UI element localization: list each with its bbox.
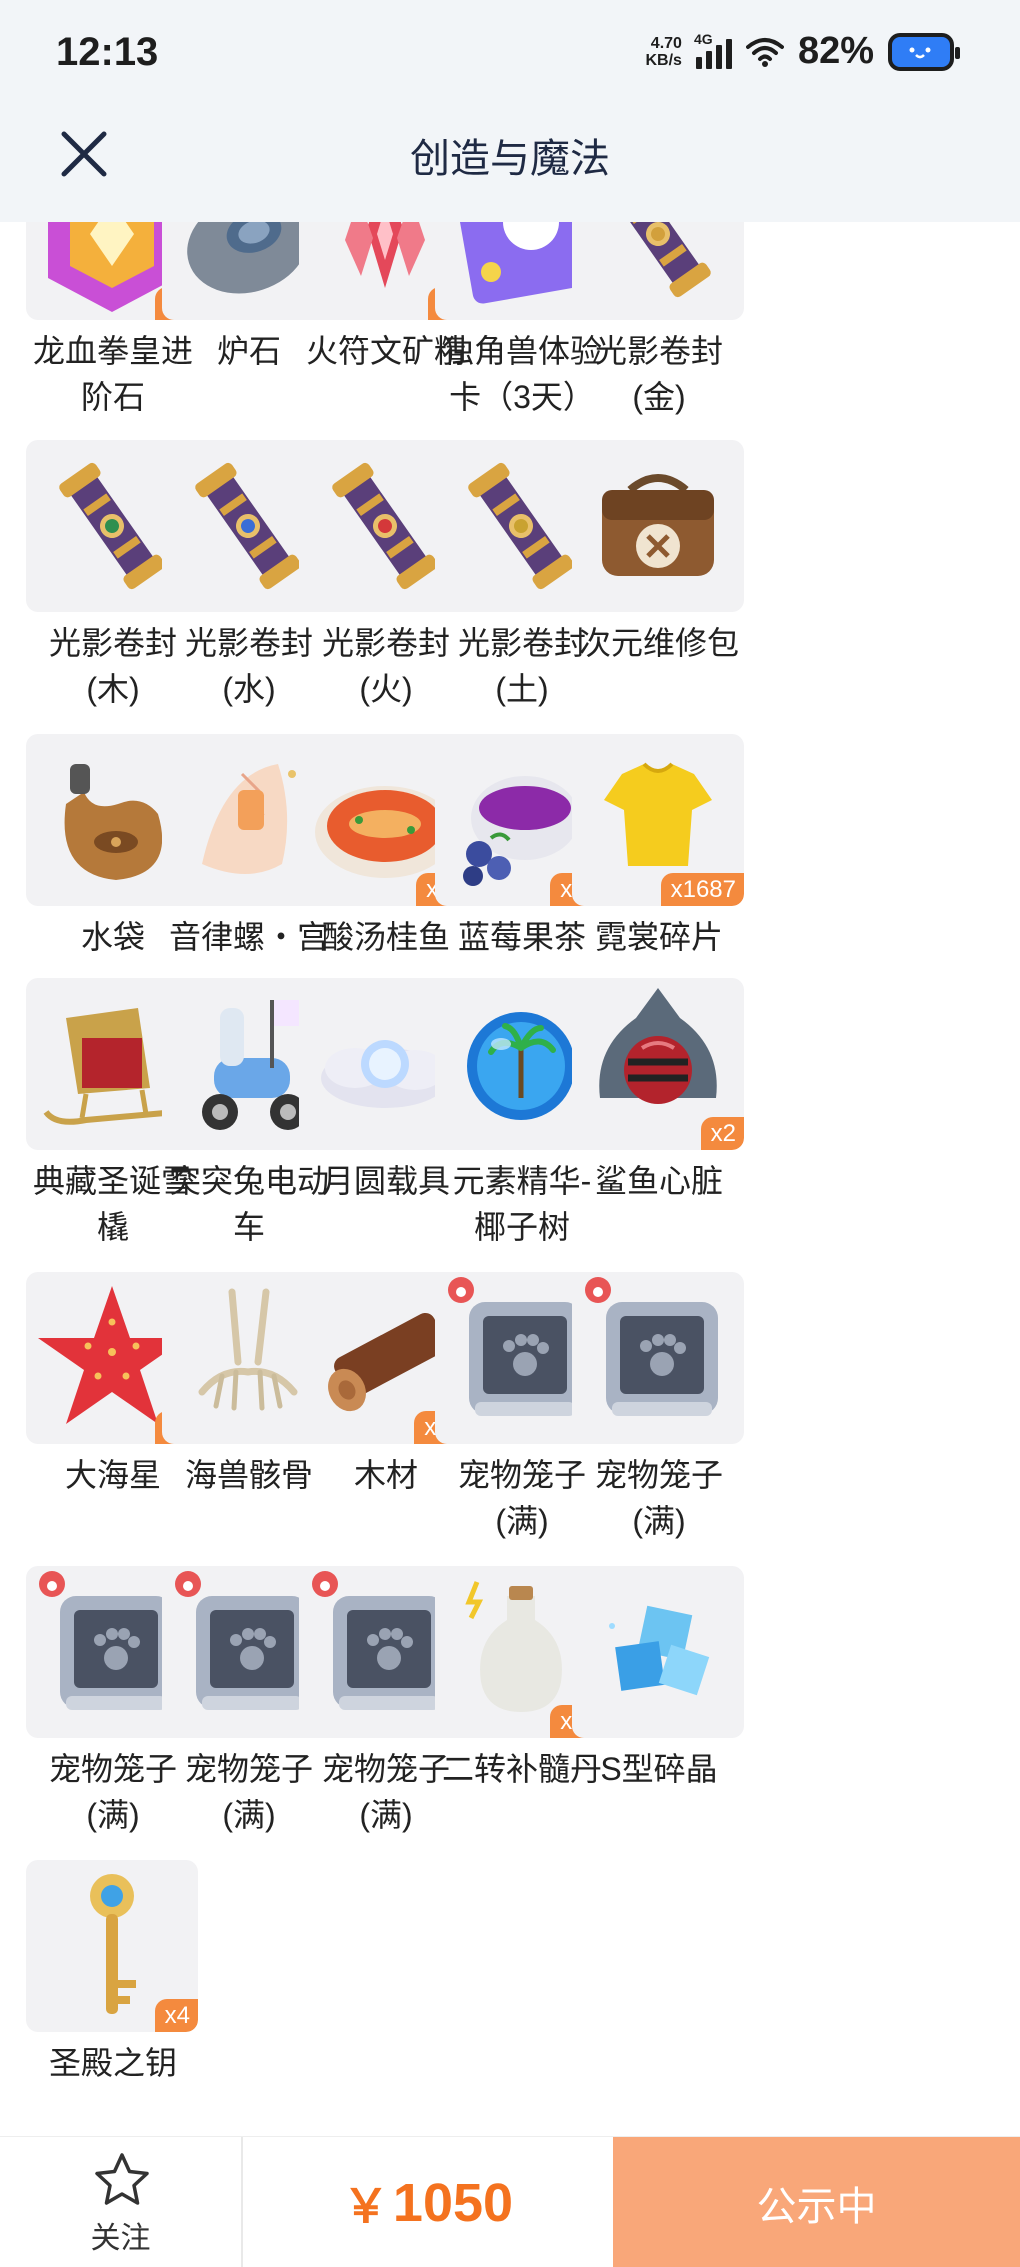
ice-cubes-icon: [609, 1605, 710, 1696]
item-name-line: (满): [632, 1503, 686, 1539]
item-name: 次元维修包: [560, 620, 758, 666]
scroll-icon: [613, 222, 711, 298]
quantity-badge: x1687: [660, 873, 744, 906]
item-name-line: S型碎晶: [600, 1751, 718, 1787]
item-name-line: (土): [495, 671, 549, 707]
price-currency: ￥: [342, 2179, 389, 2232]
item-name-line: (满): [359, 1797, 413, 1833]
follow-label: 关注: [90, 2222, 151, 2255]
item-name-line: (金): [632, 379, 686, 415]
item-thumbnail: [572, 1566, 744, 1738]
signal-icon: 4G: [694, 31, 732, 69]
battery-percent: 82%: [797, 30, 874, 72]
network-speed: 4.70 KB/s: [645, 34, 682, 69]
item-grid: x4龙血拳皇进阶石炉石x2火符文矿精独角兽体验卡（3天） 光影卷封(金) 光影卷…: [0, 222, 1020, 2132]
network-type: 4G: [693, 30, 713, 47]
price-amount: 1050: [392, 2172, 514, 2233]
item-thumbnail: [572, 222, 744, 320]
pet-cage-icon: [585, 1277, 718, 1416]
battery-icon: [888, 32, 960, 71]
item-name: S型碎晶: [560, 1746, 758, 1792]
item-name-line: 鲨鱼心脏: [594, 1163, 723, 1199]
item-name: 光影卷封 (金): [560, 328, 758, 420]
item-name: 宠物笼子 (满): [560, 1452, 758, 1544]
public-notice-button[interactable]: 公示中: [613, 2137, 1020, 2267]
item-name-line: 车: [232, 1209, 265, 1245]
item-name-line: 光影卷封: [594, 333, 723, 369]
item-name: 霓裳碎片: [560, 914, 758, 960]
item-name-line: 次元维修包: [578, 625, 739, 661]
item-name: 鲨鱼心脏: [560, 1158, 758, 1204]
item-name-line: 霓裳碎片: [594, 919, 723, 955]
item-name-line: 椰子树: [473, 1209, 570, 1245]
status-bar: 12:13 4.70 KB/s 4G 82%: [0, 0, 1020, 110]
item-thumbnail: x1687: [572, 734, 744, 906]
page-title: 创造与魔法: [410, 137, 610, 181]
price: ￥ 1050: [243, 2137, 613, 2267]
bottom-bar: 关注 ￥ 1050 公示中: [0, 2136, 1020, 2267]
item-thumbnail: x4: [26, 1860, 198, 2032]
item-thumbnail: [572, 440, 744, 612]
follow-button[interactable]: 关注: [0, 2137, 243, 2267]
item-name-line: 宠物笼子: [594, 1457, 723, 1493]
wifi-icon: [745, 37, 784, 67]
item-name-line: 阶石: [80, 379, 145, 415]
status-time: 12:13: [56, 30, 159, 74]
star-icon: [95, 2153, 149, 2205]
item-thumbnail: [572, 1272, 744, 1444]
title-bar: 创造与魔法: [0, 110, 1020, 222]
item-name: 圣殿之钥: [14, 2040, 212, 2086]
item-thumbnail: x2: [572, 978, 744, 1150]
quantity-badge: x4: [154, 1999, 198, 2032]
repair-bag-icon: [602, 474, 714, 576]
status-indicators: 4.70 KB/s 4G 82%: [645, 30, 960, 73]
item-name-line: 圣殿之钥: [48, 2045, 177, 2081]
quantity-badge: x2: [700, 1117, 744, 1150]
